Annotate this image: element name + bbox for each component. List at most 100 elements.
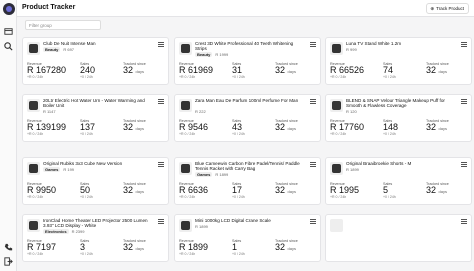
revenue-value: R 66526 (330, 65, 365, 75)
product-card[interactable]: Original Rubiks 3x3 Cube New Version Gam… (22, 157, 169, 205)
revenue-stat: Revenue R 17760 +R 0 / 24h (330, 119, 364, 136)
product-name: Zara Man Eau De Parfum 100ml Perfume For… (195, 98, 299, 103)
product-name: Club De Nuit Intense Man (43, 41, 96, 46)
menu-icon[interactable] (158, 219, 164, 224)
sales-change: +0 / 24h (80, 132, 93, 136)
revenue-value: R 6636 (179, 185, 209, 195)
product-card[interactable]: IronClad Home Theater LED Projector 2500… (22, 214, 169, 262)
product-thumbnail (27, 42, 40, 55)
tracked-stat: Tracked since 32 days (275, 119, 298, 133)
days-label: days (438, 126, 447, 131)
tracked-stat: Tracked since 32 days (426, 119, 449, 133)
sales-value: 137 (80, 122, 96, 132)
filter-group-select[interactable]: Filter group (25, 20, 101, 30)
revenue-stat: Revenue R 1899 +R 0 / 24h (179, 239, 208, 256)
product-price: R 1999 (215, 52, 229, 57)
tracked-value: 32 (275, 185, 286, 195)
menu-icon[interactable] (310, 162, 316, 167)
product-card[interactable]: Blue Cameewin Carbon Fibre Padel/Tennis/… (174, 157, 321, 205)
product-name: Crest 3D White Professional 40 Teeth Whi… (195, 41, 294, 52)
tracked-value: 32 (426, 185, 437, 195)
menu-icon[interactable] (310, 219, 316, 224)
menu-icon[interactable] (461, 99, 467, 104)
product-card[interactable]: BLEND & SNAP Velour Triangle Makeup Puff… (325, 94, 472, 142)
days-label: days (287, 246, 296, 251)
menu-icon[interactable] (158, 99, 164, 104)
product-thumbnail (330, 99, 343, 112)
product-thumbnail (27, 162, 40, 175)
menu-icon[interactable] (310, 42, 316, 47)
product-card[interactable]: Crest 3D White Professional 40 Teeth Whi… (174, 37, 321, 85)
product-card[interactable]: Luna TV Stand White 1.2m R 999 Revenue R… (325, 37, 472, 85)
product-meta: R 999 (346, 47, 357, 52)
product-name: Luna TV Stand White 1.2m (346, 41, 402, 46)
product-thumbnail (179, 162, 192, 175)
revenue-stat: Revenue R 6636 +R 0 / 24h (179, 182, 208, 199)
menu-icon[interactable] (158, 162, 164, 167)
product-price: R 697 (63, 47, 75, 52)
sales-value: 17 (232, 185, 243, 195)
sales-change: +0 / 24h (80, 195, 93, 199)
product-meta: Beauty R 1999 (195, 52, 228, 57)
product-price: R 1147 (43, 109, 56, 114)
menu-icon[interactable] (158, 42, 164, 47)
sales-change: +0 / 24h (80, 75, 93, 79)
top-bar: Product Tracker ⊕ Track Product (17, 0, 474, 17)
revenue-stat: Revenue R 1995 +R 0 / 24h (330, 182, 359, 199)
menu-icon[interactable] (310, 99, 316, 104)
product-meta: Games R 199 (43, 167, 74, 172)
revenue-stat: Revenue R 66526 +R 0 / 24h (330, 62, 364, 79)
product-meta: R 120 (346, 109, 357, 114)
product-thumbnail (179, 99, 192, 112)
revenue-value: R 1899 (179, 242, 209, 252)
revenue-change: +R 0 / 24h (179, 195, 196, 199)
revenue-change: +R 0 / 24h (330, 132, 347, 136)
days-label: days (135, 69, 144, 74)
product-card[interactable]: 20Ltr Electric Hot Water Urn - Water War… (22, 94, 169, 142)
sales-stat: Sales 50 +0 / 24h (80, 182, 93, 199)
tracked-value: 32 (426, 65, 437, 75)
product-card[interactable]: Mini 1000kg LCD Digital Crane Scale R 18… (174, 214, 321, 262)
sidebar (0, 0, 17, 271)
track-product-button[interactable]: ⊕ Track Product (426, 3, 469, 14)
box-icon[interactable] (3, 26, 14, 37)
revenue-value: R 9546 (179, 122, 209, 132)
days-label: days (135, 246, 144, 251)
revenue-change: +R 0 / 24h (330, 195, 347, 199)
logout-icon[interactable] (3, 256, 14, 267)
sales-stat: Sales 3 +0 / 24h (80, 239, 93, 256)
product-name: IronClad Home Theater LED Projector 2500… (43, 218, 148, 229)
revenue-change: +R 0 / 24h (27, 195, 44, 199)
search-icon[interactable] (3, 41, 14, 52)
product-thumbnail (330, 162, 343, 175)
revenue-stat: Revenue R 9950 +R 0 / 24h (27, 182, 56, 199)
sales-stat: Sales 43 +0 / 24h (232, 119, 245, 136)
product-card[interactable]: Original Braaibroekie Shorts - M R 1899 … (325, 157, 472, 205)
revenue-change: +R 0 / 24h (330, 75, 347, 79)
product-card[interactable] (325, 214, 472, 262)
product-card[interactable]: Club De Nuit Intense Man Beauty R 697 Re… (22, 37, 169, 85)
product-meta: R 1899 (195, 224, 208, 229)
app-logo (3, 3, 15, 15)
days-label: days (438, 189, 447, 194)
sales-change: +0 / 24h (383, 132, 396, 136)
sales-change: +0 / 24h (383, 75, 396, 79)
tracked-stat: Tracked since 32 days (275, 62, 298, 76)
product-card[interactable]: Zara Man Eau De Parfum 100ml Perfume For… (174, 94, 321, 142)
tracked-stat: Tracked since 32 days (123, 239, 146, 253)
product-thumbnail (27, 99, 40, 112)
sales-change: +0 / 24h (232, 252, 245, 256)
revenue-stat: Revenue R 7197 +R 0 / 24h (27, 239, 56, 256)
sales-value: 43 (232, 122, 243, 132)
menu-icon[interactable] (461, 162, 467, 167)
phone-icon[interactable] (3, 242, 14, 253)
tracked-stat: Tracked since 32 days (123, 182, 146, 196)
product-price: R 1899 (346, 167, 359, 172)
menu-icon[interactable] (461, 42, 467, 47)
revenue-stat: Revenue R 9546 +R 0 / 24h (179, 119, 208, 136)
tracked-stat: Tracked since 32 days (426, 182, 449, 196)
menu-icon[interactable] (461, 219, 467, 224)
tracked-value: 32 (426, 122, 437, 132)
revenue-change: +R 0 / 24h (179, 75, 196, 79)
sales-stat: Sales 5 +0 / 24h (383, 182, 396, 199)
